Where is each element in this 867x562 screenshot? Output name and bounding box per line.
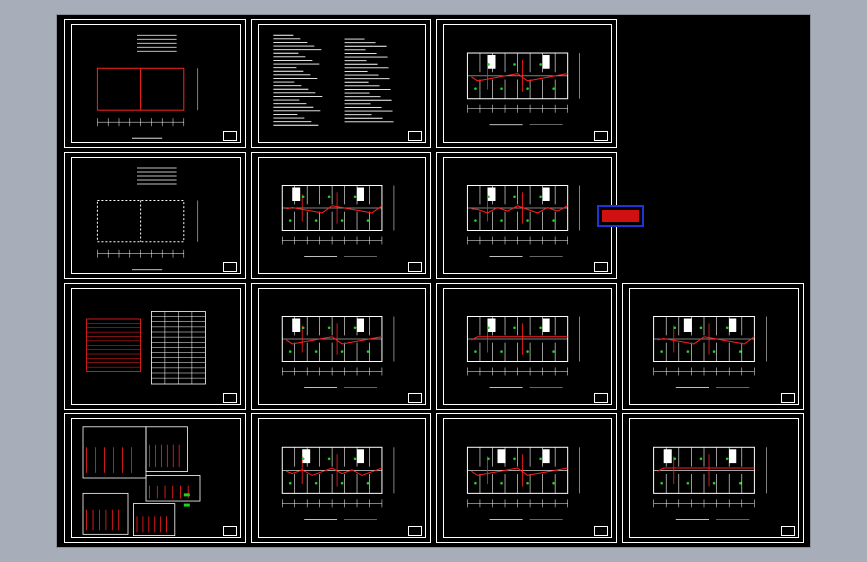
sheet-drawing [96,167,199,271]
sheet-drawing [466,185,580,257]
red-stamp-block[interactable] [597,205,644,227]
drawing-sheet[interactable] [436,283,617,410]
drawing-sheet[interactable] [64,152,246,279]
title-block [781,526,795,536]
drawing-sheet[interactable] [251,413,431,543]
title-block [223,393,237,403]
title-block [408,262,422,272]
sheet-drawing [466,446,580,520]
drawing-sheet[interactable] [251,152,431,279]
drawing-sheet[interactable] [64,19,246,148]
drawing-sheet[interactable] [436,19,617,148]
sheet-drawing [466,316,580,388]
title-block [781,393,795,403]
title-block [223,526,237,536]
title-block [408,393,422,403]
sheet-drawing [653,316,767,388]
drawing-sheet[interactable] [436,152,617,279]
sheet-drawing [86,311,206,385]
sheet-drawing [653,446,767,520]
drawing-sheet[interactable] [64,283,246,410]
drawing-sheet[interactable] [251,19,431,148]
title-block [594,393,608,403]
title-block [594,526,608,536]
sheet-drawing [273,34,394,126]
sheet-drawing [281,316,395,388]
sheet-drawing [466,52,580,126]
title-block [594,262,608,272]
drawing-sheet[interactable] [622,413,804,543]
drawing-sheet[interactable] [436,413,617,543]
drawing-sheet[interactable] [251,283,431,410]
title-block [408,526,422,536]
title-block [408,131,422,141]
drawing-sheet[interactable] [64,413,246,543]
title-block [594,131,608,141]
drawing-sheet[interactable] [622,283,804,410]
title-block [223,262,237,272]
title-block [223,131,237,141]
sheet-drawing [82,426,201,536]
stamp-fill [602,210,639,222]
sheet-drawing [281,185,395,257]
sheet-drawing [96,34,199,139]
sheet-drawing [281,446,395,520]
